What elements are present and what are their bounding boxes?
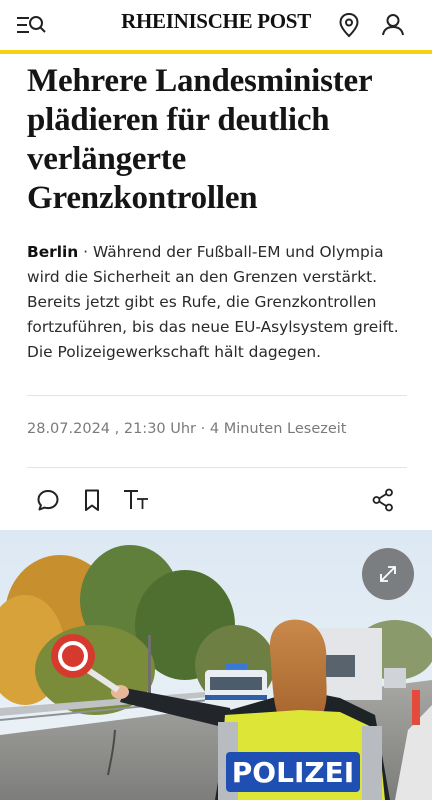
text-size-icon [124,490,148,509]
location-separator: · [78,243,93,261]
article-meta: 28.07.2024 , 21:30 Uhr · 4 Minuten Lesez… [27,421,347,437]
site-header: RHEINISCHE POST [0,0,432,54]
text-size-button[interactable] [120,484,152,516]
article-location: Berlin [27,243,79,261]
article-time: 21:30 Uhr [123,421,197,437]
bookmark-button[interactable] [76,484,108,516]
location-button[interactable] [332,8,366,42]
divider-top [27,395,407,396]
expand-icon [380,566,396,582]
divider-bottom [27,467,407,468]
account-button[interactable] [376,8,410,42]
expand-image-button[interactable] [362,548,414,600]
comment-button[interactable] [32,484,64,516]
comment-icon [37,490,59,511]
user-icon [382,14,404,36]
site-logo[interactable]: RHEINISCHE POST [0,8,432,34]
article-headline: Mehrere Landesminister plädieren für deu… [27,63,372,216]
bookmark-icon [85,489,99,511]
vest-text: POLIZEI [232,756,354,789]
reading-time: 4 Minuten Lesezeit [209,421,347,437]
share-icon [372,488,393,512]
article-date: 28.07.2024 [27,421,111,437]
article-teaser: Berlin · Während der Fußball-EM und Olym… [27,240,409,365]
share-button[interactable] [367,484,399,516]
location-pin-icon [339,12,359,38]
